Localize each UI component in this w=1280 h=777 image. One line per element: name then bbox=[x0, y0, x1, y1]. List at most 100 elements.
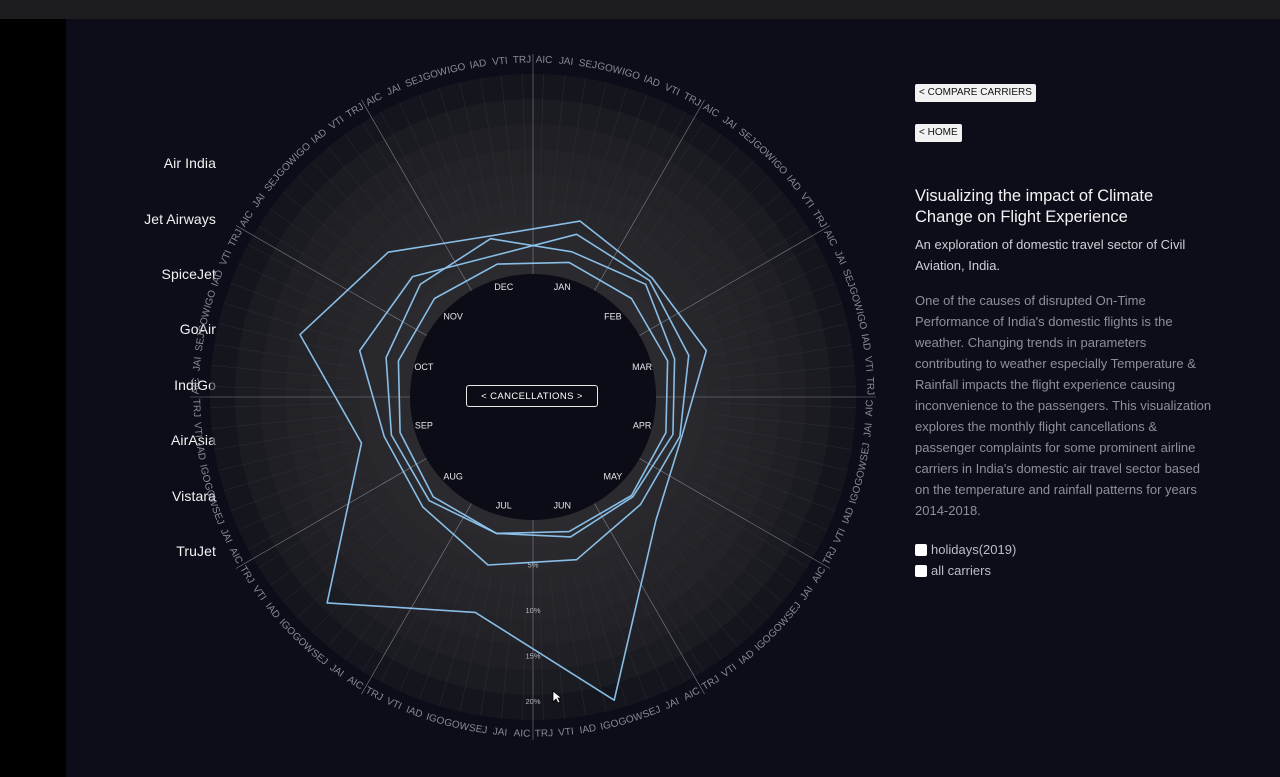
outer-ring-label: VTI bbox=[663, 82, 682, 98]
outer-ring-label: GOW bbox=[197, 307, 214, 334]
outer-ring-label: VTI bbox=[385, 696, 404, 712]
outer-ring-label: AIC bbox=[701, 102, 721, 120]
outer-ring-label: TRJ bbox=[363, 685, 384, 703]
outer-ring-label: IAD bbox=[405, 704, 424, 720]
outer-ring-label: TRJ bbox=[821, 545, 839, 566]
outer-ring-label: IGO bbox=[620, 67, 641, 83]
outer-ring-label: IAD bbox=[784, 173, 803, 193]
holidays-checkbox[interactable] bbox=[915, 543, 927, 556]
outer-ring-label: VTI bbox=[558, 726, 575, 738]
outer-ring-label: IGO bbox=[848, 484, 864, 505]
outer-ring-label: VTI bbox=[250, 584, 268, 603]
outer-ring-label: TRJ bbox=[237, 564, 256, 585]
outer-ring-label: AIC bbox=[513, 728, 530, 740]
outer-ring-label: SEJ bbox=[209, 505, 226, 526]
outer-ring-label: IAD bbox=[579, 723, 597, 737]
outer-ring-label: IGO bbox=[425, 712, 446, 728]
outer-ring-label: TRJ bbox=[190, 399, 202, 418]
outer-ring-label: SEJ bbox=[468, 723, 488, 737]
month-label: JUN bbox=[553, 501, 571, 511]
outer-ring-label: IGO bbox=[446, 61, 467, 76]
outer-ring-label: JAI bbox=[251, 192, 268, 210]
description: One of the causes of disrupted On-Time P… bbox=[915, 293, 1212, 518]
outer-ring-label: VTI bbox=[862, 356, 874, 373]
outer-ring-label: GOW bbox=[846, 286, 864, 314]
outer-ring-label: IAD bbox=[859, 333, 873, 351]
outer-ring-label: VTI bbox=[327, 114, 346, 132]
outer-ring-label: JAI bbox=[492, 726, 507, 738]
mouse-cursor-icon bbox=[552, 690, 562, 704]
outer-ring-label: IAD bbox=[210, 269, 226, 288]
outer-ring-label: IAD bbox=[263, 601, 282, 621]
outer-ring-label: IAD bbox=[469, 58, 487, 72]
outer-ring-label: SEJ bbox=[859, 442, 873, 462]
outer-ring-label: JAI bbox=[558, 56, 573, 68]
outer-ring-label: VTI bbox=[720, 662, 739, 680]
outer-ring-label: AIC bbox=[810, 565, 828, 585]
holidays-label: holidays(2019) bbox=[931, 542, 1017, 557]
outer-ring-label: TRJ bbox=[535, 728, 554, 740]
outer-ring-label: JAI bbox=[385, 82, 403, 98]
holidays-toggle[interactable]: holidays(2019) bbox=[915, 542, 1016, 557]
outer-ring-label: AIC bbox=[364, 91, 384, 109]
compare-carriers-button[interactable]: < COMPARE CARRIERS bbox=[915, 84, 1036, 102]
outer-ring-label: GOW bbox=[596, 61, 623, 78]
month-label: MAR bbox=[632, 362, 653, 372]
outer-ring-label: IAD bbox=[309, 127, 329, 146]
outer-ring-label: JAI bbox=[862, 422, 874, 437]
outer-ring-label: GOW bbox=[853, 460, 870, 487]
month-label: NOV bbox=[443, 311, 463, 321]
outer-ring-label: IAD bbox=[737, 648, 757, 667]
outer-ring-label: JAI bbox=[328, 662, 346, 679]
all-carriers-label: all carriers bbox=[931, 563, 991, 578]
month-label: FEB bbox=[604, 311, 622, 321]
outer-ring-label: AIC bbox=[682, 686, 702, 704]
outer-ring-label: IGO bbox=[197, 463, 212, 484]
month-label: AUG bbox=[443, 471, 463, 481]
outer-ring-label: VTI bbox=[832, 527, 848, 546]
outer-ring-label: VTI bbox=[191, 422, 203, 439]
outer-ring-label: SEJ bbox=[578, 58, 598, 72]
outer-ring-label: AIC bbox=[191, 377, 203, 394]
page-title: Visualizing the impact of Climate Change… bbox=[915, 187, 1154, 226]
outer-ring-label: JAI bbox=[218, 527, 234, 545]
outer-ring-label: TRJ bbox=[681, 91, 702, 109]
home-button[interactable]: < HOME bbox=[915, 124, 962, 142]
outer-ring-label: GOW bbox=[443, 717, 470, 734]
outer-ring-label: TRJ bbox=[227, 228, 245, 249]
outer-ring-label: VTI bbox=[492, 56, 509, 68]
outer-ring-label: GOW bbox=[617, 711, 645, 729]
outer-ring-label: AIC bbox=[864, 400, 876, 417]
outer-ring-label: IGO bbox=[599, 718, 620, 733]
month-label: JAN bbox=[554, 282, 571, 292]
month-label: APR bbox=[633, 421, 652, 431]
outer-ring-label: GOW bbox=[422, 66, 450, 84]
month-label: SEP bbox=[415, 421, 433, 431]
outer-ring-label: GOW bbox=[201, 481, 219, 509]
outer-ring-label: TRJ bbox=[344, 101, 365, 120]
outer-ring-label: IGO bbox=[854, 310, 869, 331]
outer-ring-label: IAD bbox=[840, 506, 856, 525]
outer-ring-label: SEJ bbox=[194, 332, 208, 352]
outer-ring-label: JAI bbox=[720, 115, 738, 132]
outer-ring-label: IAD bbox=[642, 74, 661, 90]
outer-ring-label: AIC bbox=[227, 546, 245, 566]
outer-ring-label: VTI bbox=[218, 249, 234, 268]
month-label: OCT bbox=[414, 362, 434, 372]
outer-ring-label: IAD bbox=[194, 443, 208, 461]
outer-ring-label: TRJ bbox=[864, 377, 876, 396]
outer-ring-label: AIC bbox=[345, 674, 365, 692]
all-carriers-toggle[interactable]: all carriers bbox=[915, 563, 991, 578]
radial-tick-label: 20% bbox=[525, 697, 540, 706]
month-label: JUL bbox=[496, 501, 512, 511]
all-carriers-checkbox[interactable] bbox=[915, 564, 927, 577]
info-panel: Visualizing the impact of Climate Change… bbox=[915, 186, 1215, 521]
outer-ring-label: IGO bbox=[203, 289, 219, 310]
month-label: DEC bbox=[494, 282, 514, 292]
outer-ring-label: JAI bbox=[798, 584, 815, 602]
outer-ring-label: VTI bbox=[798, 191, 816, 210]
cancellations-toggle-button[interactable]: < CANCELLATIONS > bbox=[466, 385, 598, 407]
outer-ring-label: TRJ bbox=[513, 55, 532, 67]
outer-ring-label: AIC bbox=[536, 55, 553, 67]
outer-ring-label: JAI bbox=[832, 249, 848, 267]
